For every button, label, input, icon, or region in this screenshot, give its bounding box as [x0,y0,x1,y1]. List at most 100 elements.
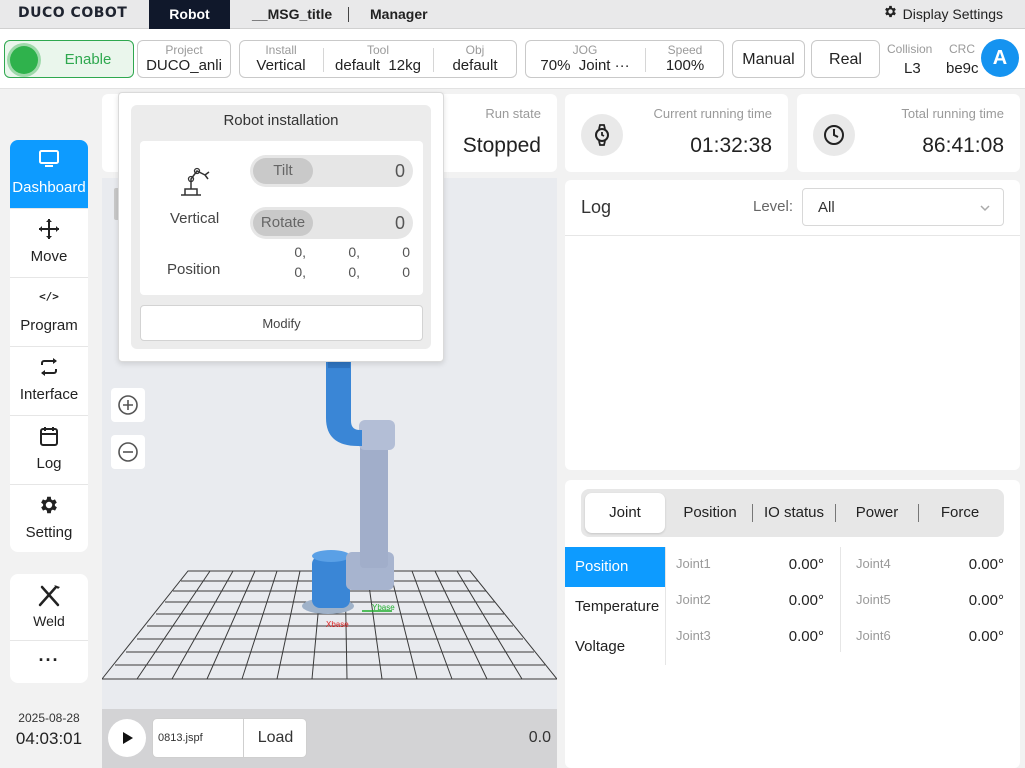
joint1-label: Joint1 [676,556,711,571]
logo: DUCO COBOT [18,5,128,21]
obj-label: Obj [465,43,485,57]
user-avatar[interactable]: A [981,39,1019,77]
log-title: Log [581,197,612,217]
position-value: 0 [402,264,410,280]
tilt-value: 0 [394,161,405,181]
tab-force[interactable]: Force [919,493,1001,533]
robot-installation-popup: Robot installation Vertical Tilt 0 Rotat… [118,92,444,362]
code-icon: </> [39,290,59,303]
tab-robot[interactable]: Robot [149,0,230,29]
speed-value: 100% [665,57,705,74]
joint3-value: 0.00° [788,628,824,645]
log-panel: Log Level: All [565,180,1020,470]
subtab-voltage[interactable]: Voltage [565,627,665,667]
sidebar-item-label: Dashboard [12,179,86,196]
sidebar-item-interface[interactable]: Interface [10,347,88,416]
current-running-time-card: Current running time 01:32:38 [565,94,788,172]
joint-panel-tabs: Joint Position IO status Power Force [581,489,1004,537]
sidebar-item-label: Program [20,317,78,334]
gear-icon [10,494,88,516]
joint2-value: 0.00° [788,592,824,609]
sidebar-item-label: Move [30,248,68,265]
joint4-label: Joint4 [856,556,891,571]
program-file-field[interactable]: 0813.jspf Load [152,718,307,758]
level-select-value: All [818,199,835,216]
position-value: 0, [294,244,306,260]
y-axis-label: Ybase [372,603,395,612]
tab-position[interactable]: Position [669,493,751,533]
subtab-position[interactable]: Position [565,547,665,587]
sidebar-item-dashboard[interactable]: Dashboard [10,140,88,209]
zoom-out-icon [118,442,138,462]
tilt-field[interactable]: Tilt 0 [250,155,413,187]
more-button[interactable]: ··· [10,650,88,671]
joint4-value: 0.00° [968,556,1004,573]
tab-manager[interactable]: Manager [370,0,428,29]
tab-io-status[interactable]: IO status [753,493,835,533]
move-arrows-icon [10,218,88,240]
jog-speed-group[interactable]: JOG 70% Joint ··· Speed 100% [525,40,724,78]
tab-power[interactable]: Power [836,493,918,533]
sidebar-item-program[interactable]: </> Program [10,278,88,347]
tab-msg-title[interactable]: __MSG_title [252,0,332,29]
enable-status-indicator [10,46,38,74]
project-selector[interactable]: Project DUCO_anli [137,40,231,78]
total-running-time-card: Total running time 86:41:08 [797,94,1020,172]
status-bar: Enable Project DUCO_anli Install Vertica… [0,29,1025,89]
sidebar-item-label: Log [36,455,62,472]
level-select[interactable]: All [802,188,1004,226]
program-playbar: 0813.jspf Load 0.0 [102,709,557,768]
program-speed-value: 0.0 [528,729,551,746]
installation-card: Vertical Tilt 0 Rotate 0 Position 0, 0, … [140,141,423,295]
load-button[interactable]: Load [243,719,307,757]
play-button[interactable] [108,719,146,757]
level-label: Level: [753,198,794,215]
popup-title: Robot installation [223,112,339,129]
install-tool-obj-group[interactable]: Install Vertical Tool default 12kg Obj d… [239,40,517,78]
clock-icon [813,114,855,156]
joint-panel: Joint Position IO status Power Force Pos… [565,480,1020,768]
tool-weight: 12kg [388,57,421,74]
run-state-label: Run state [485,106,541,121]
rotate-value: 0 [394,213,405,233]
joint3-label: Joint3 [676,628,711,643]
joint6-label: Joint6 [856,628,891,643]
install-label: Install [265,43,297,57]
subtab-temperature[interactable]: Temperature [565,587,665,627]
project-value: DUCO_anli [146,57,222,74]
tab-divider [348,7,349,22]
rotate-field[interactable]: Rotate 0 [250,207,413,239]
manual-button[interactable]: Manual [732,40,805,78]
collision-value[interactable]: L3 [904,60,921,77]
joint5-label: Joint5 [856,592,891,607]
current-running-time-value: 01:32:38 [690,134,772,157]
run-state-value: Stopped [462,134,541,157]
sidebar-item-log[interactable]: Log [10,416,88,485]
top-bar: DUCO COBOT Robot __MSG_title Manager Dis… [0,0,1025,29]
weld-label: Weld [33,613,65,629]
x-axis-label: Xbase [326,620,349,629]
zoom-out-button[interactable] [111,435,145,469]
crc-value: be9c [946,60,979,77]
jog-value: 70% [540,57,571,74]
display-settings-button[interactable]: Display Settings [883,0,1003,29]
modify-button[interactable]: Modify [140,305,423,341]
mount-label: Vertical [170,210,220,227]
weld-button[interactable]: Weld [10,574,88,640]
zoom-in-button[interactable] [111,388,145,422]
zoom-in-icon [118,395,138,415]
jog-mode: Joint ··· [578,57,630,74]
current-running-time-label: Current running time [653,106,773,121]
sidebar-item-setting[interactable]: Setting [10,485,88,552]
real-button[interactable]: Real [811,40,880,78]
tab-joint[interactable]: Joint [585,493,665,533]
position-value: 0, [348,244,360,260]
sidebar-item-move[interactable]: Move [10,209,88,278]
tilt-label: Tilt [253,158,313,184]
jog-label: JOG [572,43,598,57]
enable-button[interactable]: Enable [4,40,134,78]
log-list[interactable] [565,236,1020,470]
monitor-icon [10,149,88,171]
display-settings-label: Display Settings [902,6,1003,22]
chevron-down-icon [979,201,991,219]
